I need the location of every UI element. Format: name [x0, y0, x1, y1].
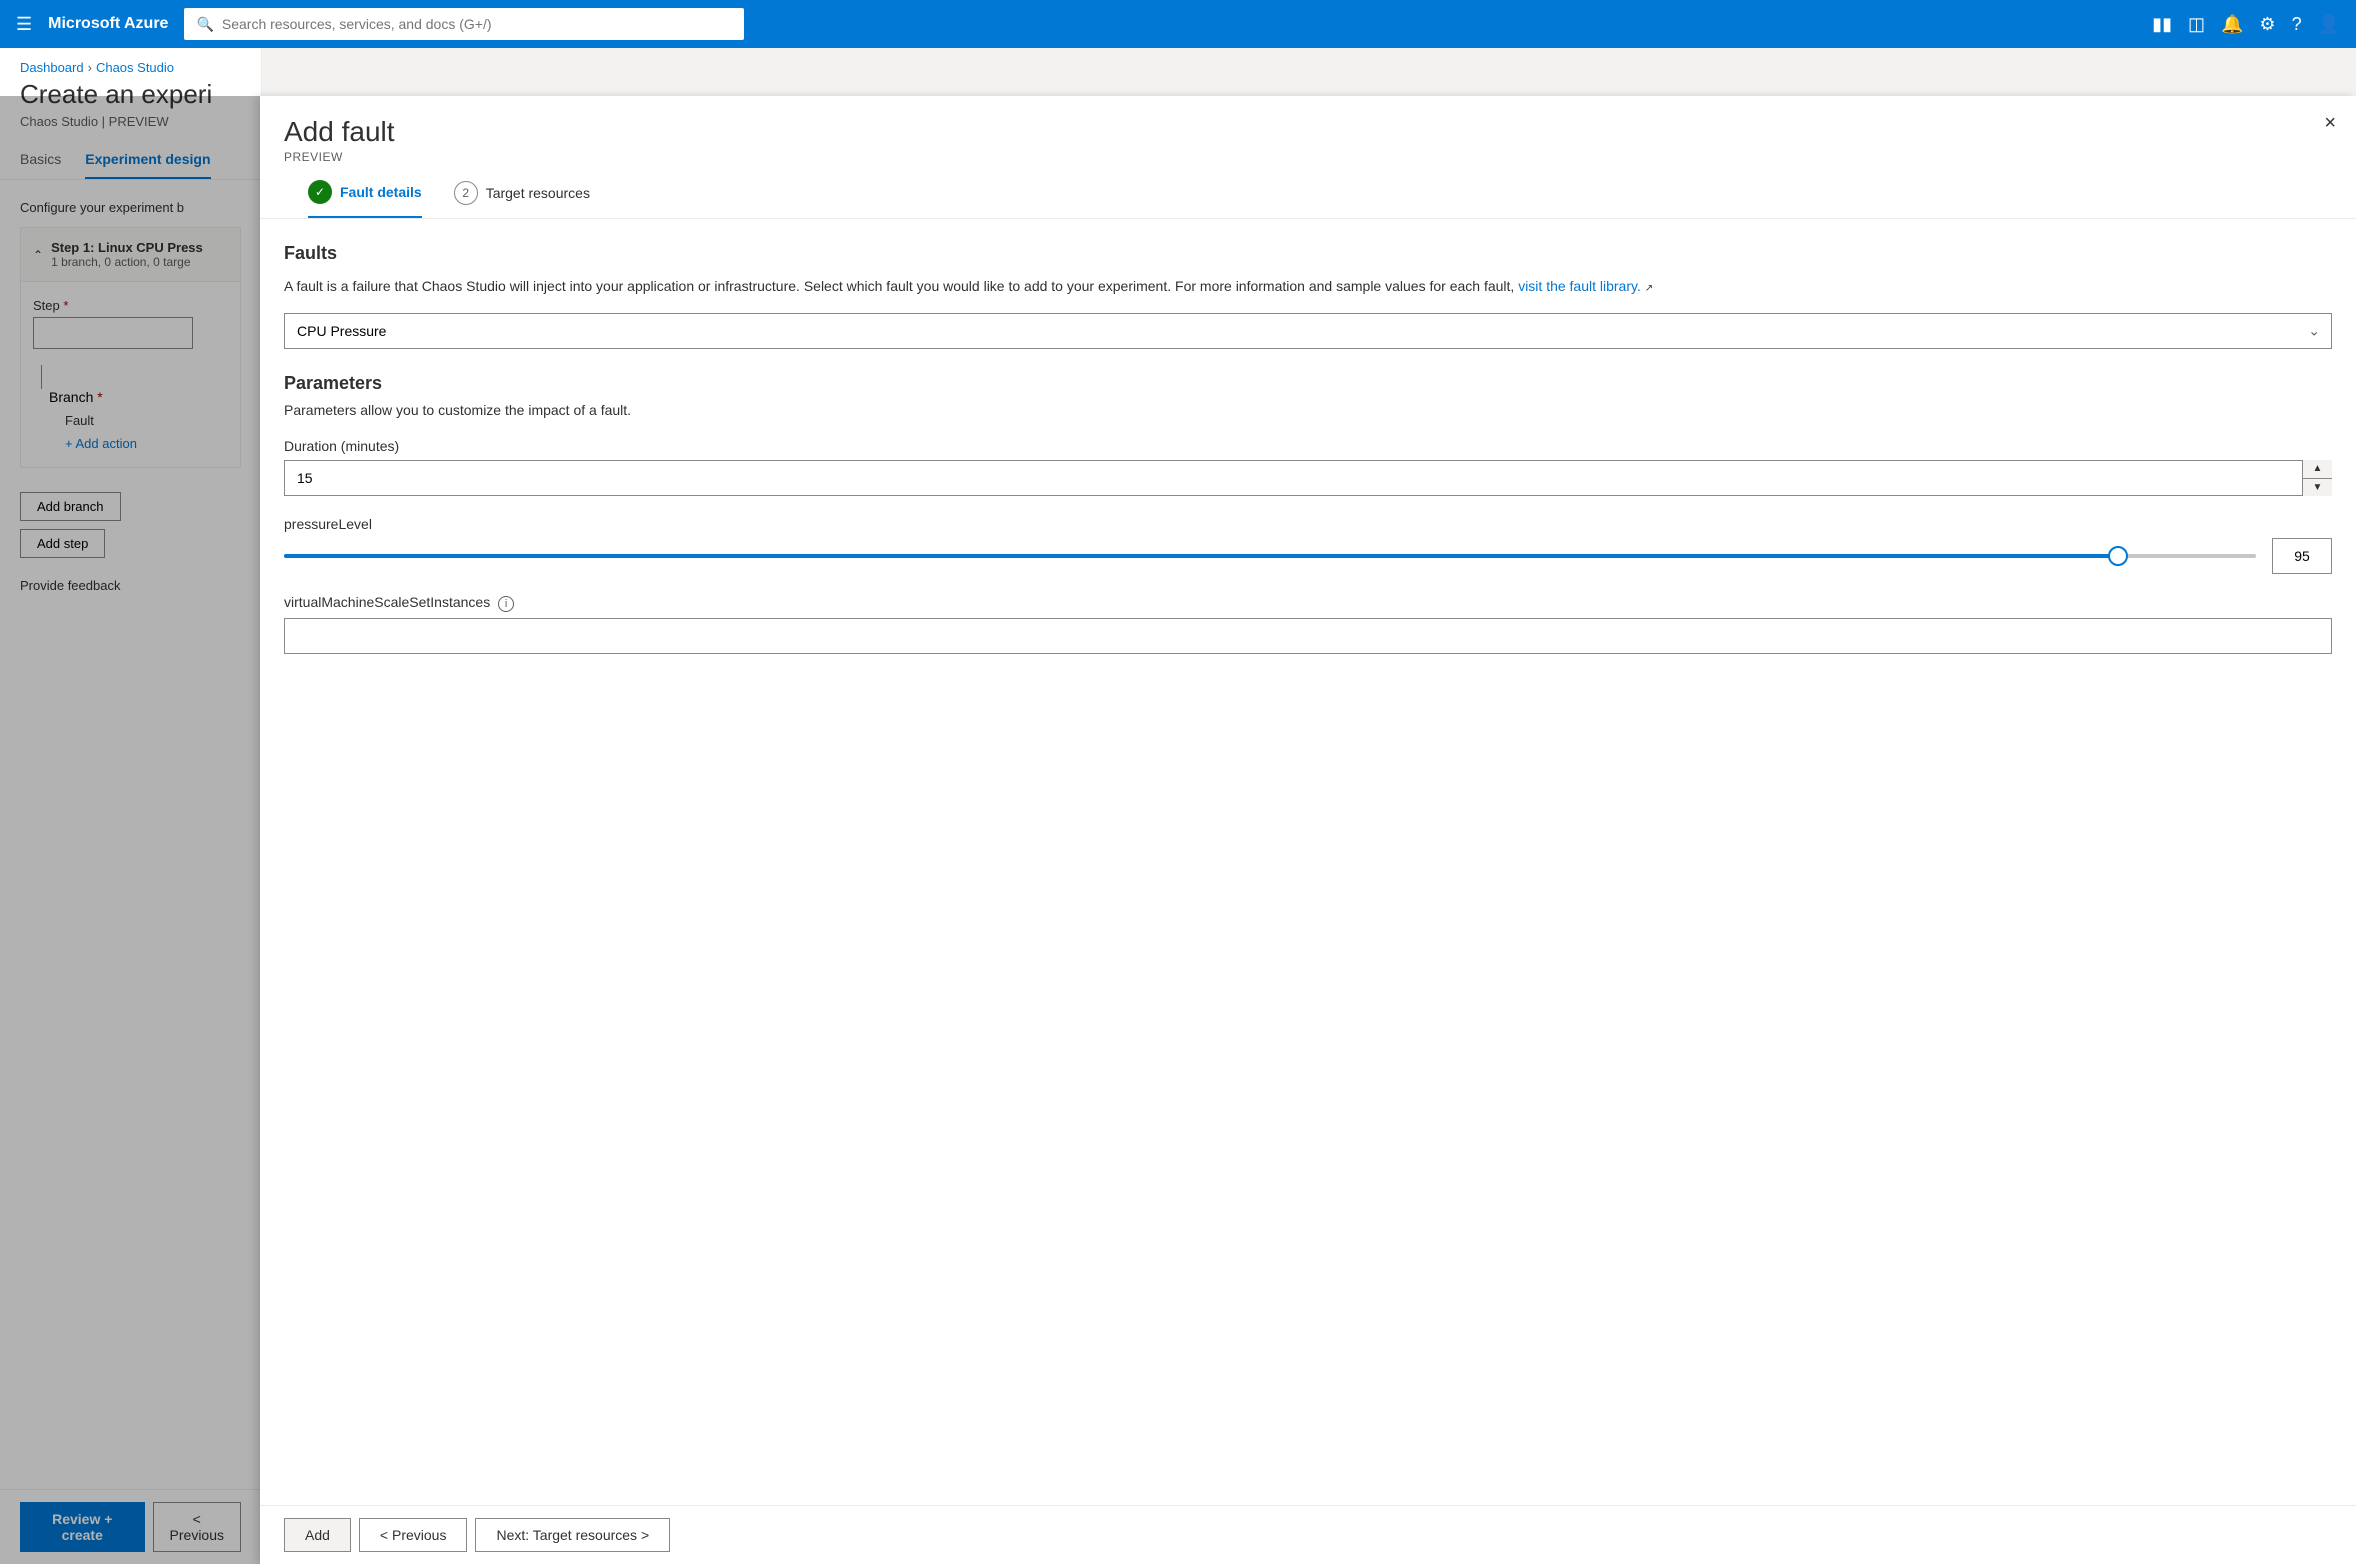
- pressure-label: pressureLevel: [284, 516, 2332, 532]
- pressure-value-box: 95: [2272, 538, 2332, 574]
- add-button[interactable]: Add: [284, 1518, 351, 1552]
- help-icon[interactable]: ?: [2292, 14, 2302, 35]
- duration-input-wrapper: 15 ▲ ▼: [284, 460, 2332, 496]
- parameters-section-title: Parameters: [284, 373, 2332, 394]
- vmss-info-icon[interactable]: i: [498, 596, 514, 612]
- breadcrumb-dashboard[interactable]: Dashboard: [20, 60, 84, 75]
- fault-dropdown-wrapper: CPU Pressure Memory Pressure Disk I/O Pr…: [284, 313, 2332, 349]
- next-button[interactable]: Next: Target resources >: [475, 1518, 670, 1552]
- previous-button[interactable]: < Previous: [359, 1518, 468, 1552]
- cloud-shell-icon[interactable]: ▮▮: [2152, 14, 2172, 35]
- external-link-icon: ↗: [1645, 283, 1653, 294]
- pressure-slider-row: 95: [284, 538, 2332, 574]
- add-fault-panel: Add fault PREVIEW × ✓ Fault details 2 Ta…: [260, 96, 2356, 1564]
- step2-circle: 2: [454, 181, 478, 205]
- panel-title: Add fault: [284, 116, 2332, 148]
- duration-spinners: ▲ ▼: [2302, 460, 2332, 496]
- pressure-slider-thumb[interactable]: [2108, 546, 2128, 566]
- app-logo: Microsoft Azure: [48, 15, 168, 33]
- vmss-label: virtualMachineScaleSetInstances i: [284, 594, 2332, 612]
- account-icon[interactable]: 👤: [2318, 14, 2340, 35]
- panel-step-fault-details[interactable]: ✓ Fault details: [308, 180, 422, 218]
- duration-decrease-button[interactable]: ▼: [2303, 479, 2332, 497]
- duration-increase-button[interactable]: ▲: [2303, 460, 2332, 479]
- vmss-input[interactable]: [284, 618, 2332, 654]
- duration-label: Duration (minutes): [284, 438, 2332, 454]
- notifications-icon[interactable]: 🔔: [2221, 14, 2243, 35]
- panel-steps: ✓ Fault details 2 Target resources: [284, 164, 2332, 218]
- duration-input[interactable]: 15: [284, 460, 2332, 496]
- breadcrumb-chaos-studio[interactable]: Chaos Studio: [96, 60, 174, 75]
- pressure-slider-wrapper[interactable]: [284, 538, 2256, 574]
- panel-footer: Add < Previous Next: Target resources >: [260, 1505, 2356, 1564]
- portal-menu-icon[interactable]: ◫: [2188, 14, 2205, 35]
- fault-dropdown[interactable]: CPU Pressure Memory Pressure Disk I/O Pr…: [284, 313, 2332, 349]
- search-input[interactable]: [222, 16, 733, 32]
- breadcrumb: Dashboard › Chaos Studio: [0, 48, 261, 75]
- search-icon: 🔍: [196, 16, 213, 33]
- step1-circle: ✓: [308, 180, 332, 204]
- panel-close-button[interactable]: ×: [2324, 112, 2336, 135]
- faults-section-title: Faults: [284, 243, 2332, 264]
- panel-body: Faults A fault is a failure that Chaos S…: [260, 219, 2356, 1505]
- parameters-description: Parameters allow you to customize the im…: [284, 402, 2332, 418]
- panel-header: Add fault PREVIEW × ✓ Fault details 2 Ta…: [260, 96, 2356, 219]
- pressure-slider-fill: [284, 554, 2118, 558]
- settings-icon[interactable]: ⚙: [2259, 14, 2275, 35]
- search-bar[interactable]: 🔍: [184, 8, 744, 40]
- nav-icons: ▮▮ ◫ 🔔 ⚙ ? 👤: [2152, 14, 2340, 35]
- pressure-slider-track: [284, 554, 2256, 558]
- hamburger-menu[interactable]: ☰: [16, 14, 32, 35]
- fault-library-link[interactable]: visit the fault library.: [1518, 278, 1641, 294]
- top-navigation: ☰ Microsoft Azure 🔍 ▮▮ ◫ 🔔 ⚙ ? 👤: [0, 0, 2356, 48]
- panel-subtitle: PREVIEW: [284, 150, 2332, 164]
- step2-label: Target resources: [486, 185, 590, 201]
- step1-label: Fault details: [340, 184, 422, 200]
- faults-description: A fault is a failure that Chaos Studio w…: [284, 276, 2332, 297]
- panel-step-target-resources[interactable]: 2 Target resources: [454, 180, 590, 218]
